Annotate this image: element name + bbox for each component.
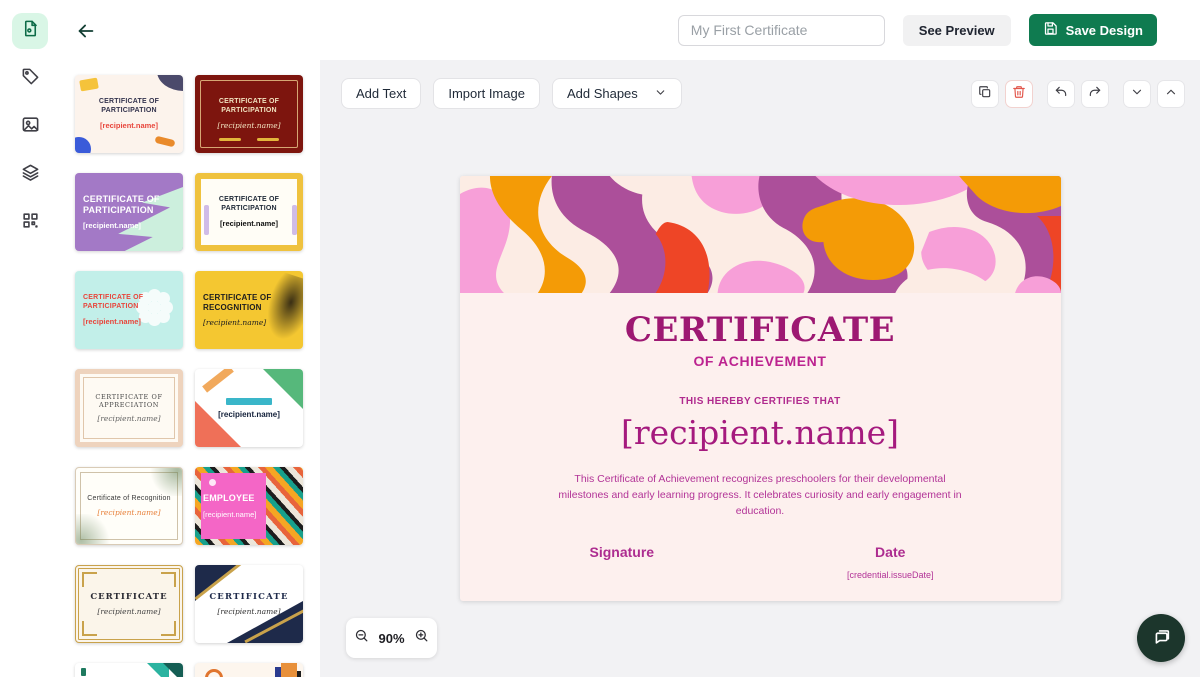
template-recipient: [recipient.name] bbox=[203, 510, 256, 519]
template-recipient: [recipient.name] bbox=[83, 317, 141, 326]
redo-button[interactable] bbox=[1081, 80, 1109, 108]
certificate-description[interactable]: This Certificate of Achievement recogniz… bbox=[558, 472, 963, 519]
template-recipient: [recipient.name] bbox=[218, 410, 280, 419]
template-thumbnail[interactable]: EMPLOYEE [recipient.name] bbox=[195, 467, 303, 545]
template-panel: CERTIFICATE OF PARTICIPATION [recipient.… bbox=[60, 0, 320, 677]
template-thumbnail[interactable]: CERTIFICATE OF APPRECIATION [recipient.n… bbox=[75, 369, 183, 447]
template-recipient: [recipient.name] bbox=[217, 607, 280, 616]
template-recipient: [recipient.name] bbox=[83, 221, 141, 230]
save-design-button[interactable]: Save Design bbox=[1029, 14, 1157, 46]
chat-support-button[interactable] bbox=[1137, 614, 1185, 662]
design-title-input[interactable] bbox=[678, 15, 885, 46]
canvas-toolbar: Add Text Import Image Add Shapes bbox=[320, 60, 1200, 109]
template-recipient: [recipient.name] bbox=[100, 121, 158, 130]
signature-label[interactable]: Signature bbox=[590, 544, 655, 560]
template-thumbnail[interactable]: CERTIFICATE OF PARTICIPATION [recipient.… bbox=[75, 173, 183, 251]
save-design-label: Save Design bbox=[1066, 23, 1143, 38]
template-recipient: [recipient.name] bbox=[217, 121, 280, 130]
template-thumbnail[interactable]: CERTIFICATE OF PARTICIPATION [recipient.… bbox=[195, 75, 303, 153]
template-recipient: [recipient.name] bbox=[97, 607, 160, 616]
signature-date-row: Signature Date [credential.issueDate] bbox=[460, 544, 1061, 580]
template-recipient: [recipient.name] bbox=[203, 318, 266, 327]
certificate-certifies-line[interactable]: THIS HEREBY CERTIFIES THAT bbox=[460, 396, 1061, 407]
move-up-button[interactable] bbox=[1157, 80, 1185, 108]
save-icon bbox=[1043, 21, 1058, 39]
template-thumbnail[interactable] bbox=[195, 663, 303, 677]
template-thumbnail[interactable]: CERTIFICATE OF PARTICIPATION [recipient.… bbox=[75, 75, 183, 153]
template-thumbnail[interactable]: [recipient.name] bbox=[195, 369, 303, 447]
template-title: CERTIFICATE OF PARTICIPATION bbox=[209, 196, 289, 214]
editor-header: See Preview Save Design bbox=[320, 0, 1200, 60]
template-title: CERTIFICATE OF PARTICIPATION bbox=[203, 98, 295, 116]
template-recipient: [recipient.name] bbox=[97, 414, 160, 423]
sidebar-item-tags[interactable] bbox=[12, 61, 48, 97]
template-title: CERTIFICATE OF PARTICIPATION bbox=[83, 98, 175, 116]
qr-code-icon bbox=[21, 211, 40, 235]
undo-button[interactable] bbox=[1047, 80, 1075, 108]
template-list: CERTIFICATE OF PARTICIPATION [recipient.… bbox=[75, 75, 313, 677]
template-title: CERTIFICATE bbox=[209, 592, 288, 603]
image-icon bbox=[21, 115, 40, 139]
template-title: CERTIFICATE OF PARTICIPATION bbox=[83, 294, 175, 312]
template-thumbnail[interactable]: CERTIFICATE OF PARTICIPATION [recipient.… bbox=[75, 271, 183, 349]
certificate-designer-app: CERTIFICATE OF PARTICIPATION [recipient.… bbox=[0, 0, 1200, 677]
template-title: Certificate of Recognition bbox=[87, 495, 170, 504]
template-recipient: [recipient.name] bbox=[97, 508, 160, 517]
template-title: CERTIFICATE bbox=[90, 592, 167, 603]
duplicate-button[interactable] bbox=[971, 80, 999, 108]
chevron-down-icon bbox=[654, 86, 667, 102]
layers-icon bbox=[21, 163, 40, 187]
chat-bubble-icon bbox=[1150, 625, 1172, 652]
zoom-control: 90% bbox=[346, 618, 437, 658]
date-label[interactable]: Date bbox=[875, 544, 905, 560]
chevron-down-icon bbox=[1130, 85, 1144, 102]
tag-icon bbox=[21, 67, 40, 91]
duplicate-icon bbox=[978, 85, 992, 102]
chevron-up-icon bbox=[1164, 85, 1178, 102]
see-preview-button[interactable]: See Preview bbox=[903, 15, 1011, 46]
add-shapes-button[interactable]: Add Shapes bbox=[552, 78, 682, 109]
template-title: CERTIFICATE OF RECOGNITION bbox=[203, 293, 295, 313]
template-icon bbox=[21, 19, 40, 43]
template-title: EMPLOYEE bbox=[203, 493, 255, 504]
trash-icon bbox=[1012, 85, 1026, 102]
icon-sidebar bbox=[0, 0, 60, 677]
recipient-name-placeholder[interactable]: [recipient.name] bbox=[460, 413, 1061, 452]
certificate-banner-art bbox=[460, 176, 1061, 293]
sidebar-item-qr-code[interactable] bbox=[12, 205, 48, 241]
zoom-out-icon[interactable] bbox=[354, 628, 369, 648]
import-image-button[interactable]: Import Image bbox=[433, 78, 540, 109]
template-thumbnail[interactable]: CERTIFICATE [recipient.name] bbox=[195, 565, 303, 643]
sidebar-item-layers[interactable] bbox=[12, 157, 48, 193]
template-title: CERTIFICATE OF APPRECIATION bbox=[88, 393, 170, 409]
template-recipient: [recipient.name] bbox=[220, 219, 278, 228]
date-block: Date [credential.issueDate] bbox=[847, 544, 934, 580]
template-thumbnail[interactable]: CERTIFICATE [recipient.name] bbox=[75, 565, 183, 643]
sidebar-item-images[interactable] bbox=[12, 109, 48, 145]
delete-button[interactable] bbox=[1005, 80, 1033, 108]
zoom-in-icon[interactable] bbox=[414, 628, 429, 648]
template-thumbnail[interactable]: Certificate of Recognition [recipient.na… bbox=[75, 467, 183, 545]
template-title: CERTIFICATE OF PARTICIPATION bbox=[83, 194, 175, 217]
move-down-button[interactable] bbox=[1123, 80, 1151, 108]
certificate-preview[interactable]: CERTIFICATE OF ACHIEVEMENT THIS HEREBY C… bbox=[460, 176, 1061, 601]
add-shapes-label: Add Shapes bbox=[567, 86, 638, 101]
template-thumbnail[interactable]: CERTIFICATE OF RECOGNITION [recipient.na… bbox=[195, 271, 303, 349]
redo-icon bbox=[1088, 85, 1102, 102]
back-button[interactable] bbox=[75, 20, 99, 44]
design-canvas: CERTIFICATE OF ACHIEVEMENT THIS HEREBY C… bbox=[320, 176, 1200, 601]
template-thumbnail[interactable]: CERTIFICATE OF PARTICIPATION [recipient.… bbox=[195, 173, 303, 251]
undo-icon bbox=[1054, 85, 1068, 102]
sidebar-item-templates[interactable] bbox=[12, 13, 48, 49]
toolbar-actions bbox=[965, 80, 1185, 108]
certificate-subtitle[interactable]: OF ACHIEVEMENT bbox=[460, 353, 1061, 369]
editor-main: See Preview Save Design Add Text Import … bbox=[320, 0, 1200, 677]
template-title bbox=[226, 398, 272, 405]
issue-date-placeholder[interactable]: [credential.issueDate] bbox=[847, 570, 934, 580]
zoom-level: 90% bbox=[378, 631, 404, 646]
template-thumbnail[interactable] bbox=[75, 663, 183, 677]
arrow-left-icon bbox=[75, 29, 97, 46]
add-text-button[interactable]: Add Text bbox=[341, 78, 421, 109]
certificate-title[interactable]: CERTIFICATE bbox=[460, 310, 1061, 350]
